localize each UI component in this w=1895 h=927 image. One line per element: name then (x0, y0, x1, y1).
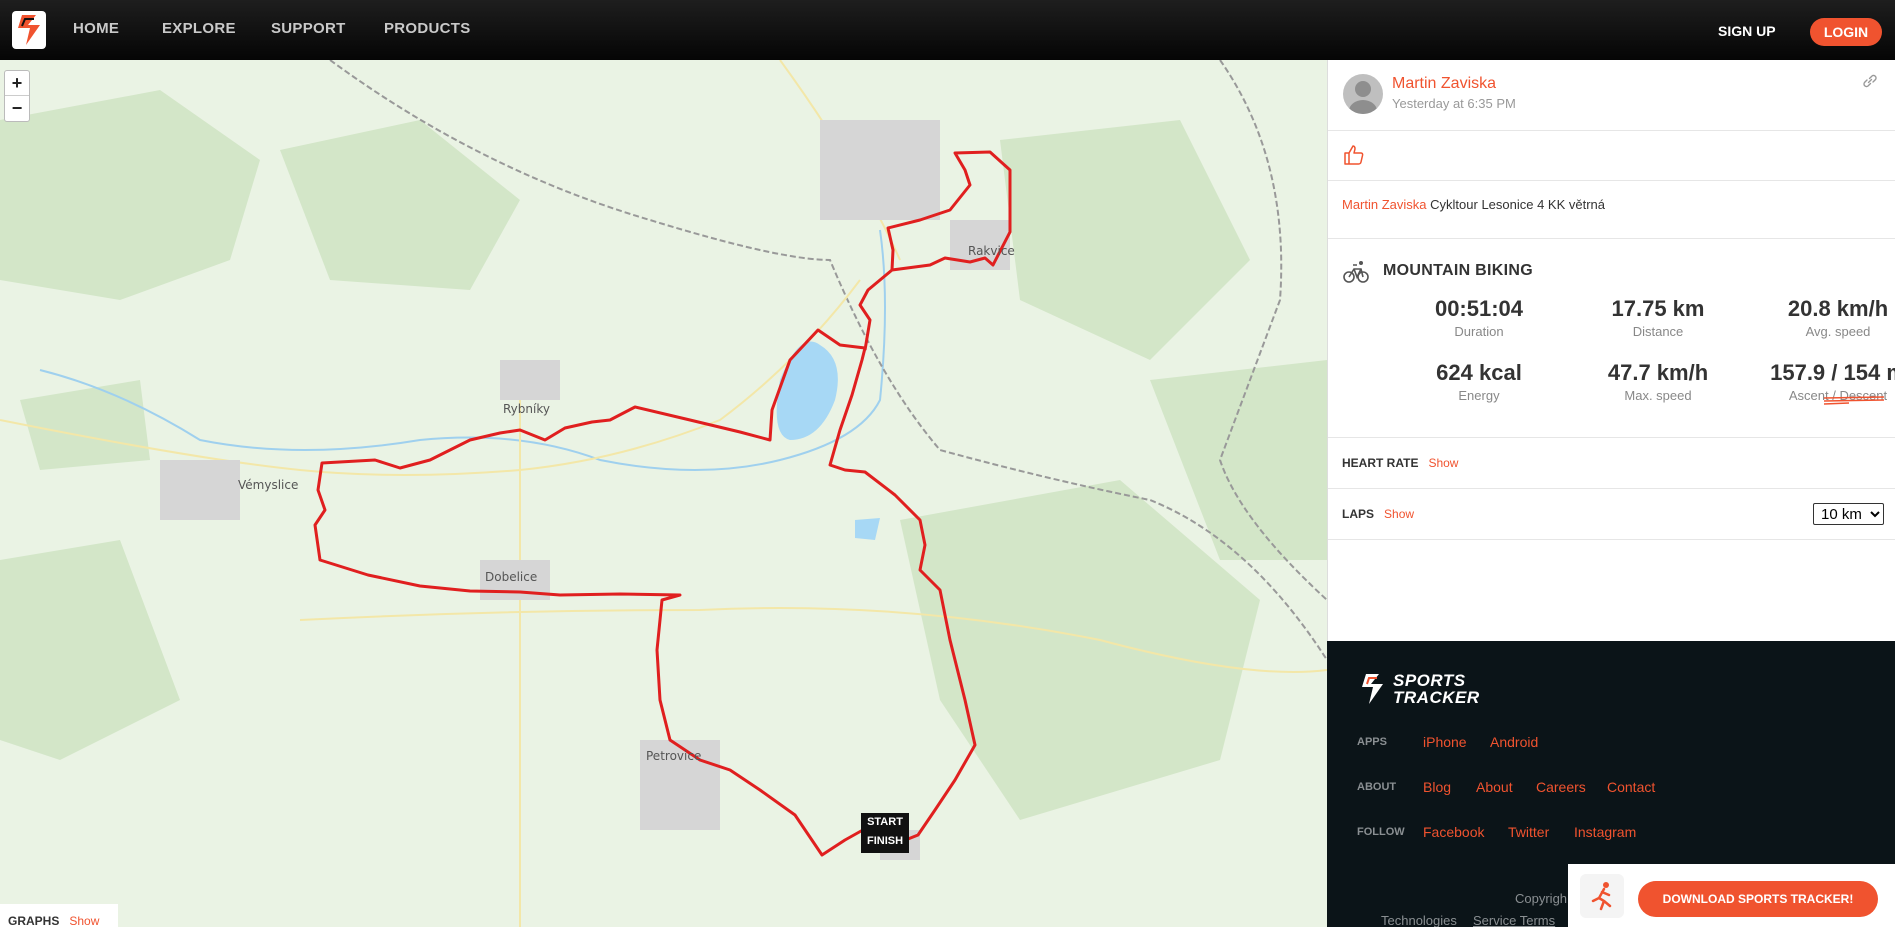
technologies-text: Technologies (1381, 913, 1457, 927)
stat-duration: 00:51:04 Duration (1389, 296, 1569, 339)
place-label: Rakvice (968, 244, 1015, 258)
place-label: Dobelice (485, 570, 538, 584)
graphs-toggle: GRAPHS Show (0, 904, 118, 927)
footer-link-about[interactable]: About (1476, 779, 1513, 795)
stat-label: Avg. speed (1805, 324, 1871, 339)
brand-line-1: SPORTS (1393, 671, 1466, 690)
laps-show-link[interactable]: Show (1384, 507, 1414, 521)
stat-energy: 624 kcal Energy (1389, 360, 1569, 403)
footer-link-blog[interactable]: Blog (1423, 779, 1451, 795)
footer-link-android[interactable]: Android (1490, 734, 1538, 750)
heart-rate-label: HEART RATE (1342, 456, 1419, 470)
link-icon[interactable] (1861, 72, 1879, 90)
heart-rate-row: HEART RATE Show (1342, 456, 1458, 470)
divider (1328, 180, 1895, 181)
sign-up-link[interactable]: SIGN UP (1718, 23, 1776, 39)
divider (1328, 488, 1895, 489)
sport-type: MOUNTAIN BIKING (1383, 262, 1533, 279)
brand-line-2: TRACKER (1393, 688, 1480, 707)
description-user-link[interactable]: Martin Zaviska (1342, 197, 1427, 212)
sports-tracker-footer-logo-icon[interactable] (1357, 672, 1387, 706)
map-canvas (0, 60, 1327, 927)
laps-row: LAPS Show (1342, 507, 1414, 521)
runner-icon (1591, 882, 1612, 911)
runner-app-icon[interactable] (1580, 874, 1624, 918)
footer-link-iphone[interactable]: iPhone (1423, 734, 1467, 750)
activity-description: Martin Zaviska Cykltour Lesonice 4 KK vě… (1342, 197, 1605, 212)
footer-link-facebook[interactable]: Facebook (1423, 824, 1484, 840)
divider (1328, 238, 1895, 239)
pond (855, 518, 880, 540)
route-map[interactable]: Rakvice Rybníky Vémyslice Dobelice Petro… (0, 60, 1327, 927)
nav-explore[interactable]: EXPLORE (162, 20, 236, 37)
stat-label: Max. speed (1624, 388, 1692, 403)
footer-link-contact[interactable]: Contact (1607, 779, 1655, 795)
stat-value: 17.75 km (1611, 296, 1705, 321)
stat-value: 47.7 km/h (1607, 360, 1709, 385)
footer-link-twitter[interactable]: Twitter (1508, 824, 1549, 840)
footer-link-instagram[interactable]: Instagram (1574, 824, 1636, 840)
stat-value: 20.8 km/h (1787, 296, 1889, 321)
divider (1328, 539, 1895, 540)
stat-value: 624 kcal (1436, 360, 1522, 385)
footer-follow-label: FOLLOW (1357, 826, 1405, 838)
graphs-label: GRAPHS (8, 914, 60, 927)
divider (1328, 437, 1895, 438)
graphs-show-link[interactable]: Show (69, 914, 99, 927)
stat-max-speed: 47.7 km/h Max. speed (1568, 360, 1748, 403)
copyright-text: Copyrigh (1515, 891, 1568, 906)
activity-time: Yesterday at 6:35 PM (1392, 96, 1516, 111)
footer-apps-label: APPS (1357, 736, 1387, 748)
start-finish-marker[interactable]: START FINISH (861, 813, 909, 853)
footer-link-careers[interactable]: Careers (1536, 779, 1586, 795)
lake (776, 341, 838, 440)
stat-value: 157.9 / 154 m (1770, 360, 1895, 385)
top-navbar: HOME EXPLORE SUPPORT PRODUCTS SIGN UP LO… (0, 0, 1895, 60)
zoom-control: + − (4, 70, 30, 122)
divider (1328, 130, 1895, 131)
footer-about-label: ABOUT (1357, 781, 1397, 793)
place-label: Vémyslice (238, 478, 299, 492)
stat-avg-speed: 20.8 km/h Avg. speed (1748, 296, 1895, 339)
stat-label: Duration (1454, 324, 1504, 339)
stat-label: Energy (1458, 388, 1500, 403)
description-text: Cykltour Lesonice 4 KK větrná (1430, 197, 1606, 212)
stat-distance: 17.75 km Distance (1568, 296, 1748, 339)
mountain-bike-icon (1343, 261, 1369, 283)
laps-distance-select[interactable]: 10 km (1813, 503, 1884, 525)
thumbs-up-icon[interactable] (1342, 143, 1366, 167)
start-label: START (867, 816, 903, 828)
user-name-link[interactable]: Martin Zaviska (1392, 75, 1496, 93)
nav-home[interactable]: HOME (73, 20, 119, 37)
heart-rate-sparkline-icon (1824, 396, 1884, 405)
place-label: Rybníky (503, 402, 550, 416)
laps-label: LAPS (1342, 507, 1375, 521)
finish-label: FINISH (866, 835, 904, 847)
service-terms-link[interactable]: Service Terms (1473, 913, 1555, 927)
nav-products[interactable]: PRODUCTS (384, 20, 471, 37)
sports-tracker-logo-icon[interactable] (12, 11, 46, 49)
stat-label: Distance (1632, 324, 1684, 339)
activity-panel: Martin Zaviska Yesterday at 6:35 PM Mart… (1327, 60, 1895, 641)
footer-brand: SPORTS TRACKER (1393, 672, 1480, 706)
nav-support[interactable]: SUPPORT (271, 20, 346, 37)
avatar[interactable] (1343, 74, 1383, 114)
place-label: Petrovice (646, 749, 702, 763)
login-button[interactable]: LOGIN (1810, 18, 1882, 46)
heart-rate-show-link[interactable]: Show (1428, 456, 1458, 470)
zoom-in-button[interactable]: + (5, 71, 29, 96)
download-banner: DOWNLOAD SPORTS TRACKER! (1568, 864, 1895, 927)
stat-value: 00:51:04 (1434, 296, 1524, 321)
zoom-out-button[interactable]: − (5, 96, 29, 121)
download-app-button[interactable]: DOWNLOAD SPORTS TRACKER! (1638, 881, 1878, 917)
